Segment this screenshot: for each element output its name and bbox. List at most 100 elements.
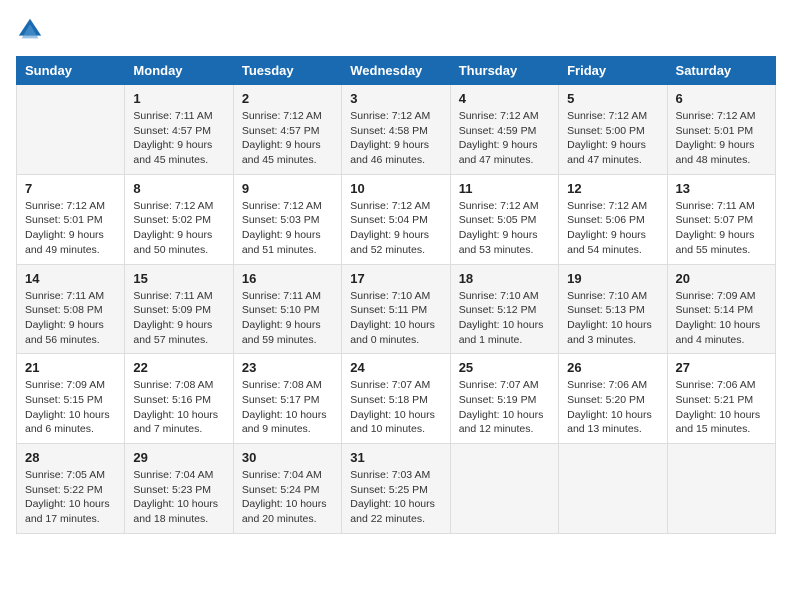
header-day-tuesday: Tuesday (233, 57, 341, 85)
day-info: Sunrise: 7:12 AMSunset: 4:59 PMDaylight:… (459, 109, 550, 168)
day-info: Sunrise: 7:12 AMSunset: 5:03 PMDaylight:… (242, 199, 333, 258)
day-info: Sunrise: 7:10 AMSunset: 5:12 PMDaylight:… (459, 289, 550, 348)
calendar-cell (559, 444, 667, 534)
day-number: 10 (350, 181, 441, 196)
day-number: 29 (133, 450, 224, 465)
logo-icon (16, 16, 44, 44)
day-number: 26 (567, 360, 658, 375)
day-info: Sunrise: 7:11 AMSunset: 5:07 PMDaylight:… (676, 199, 767, 258)
calendar-cell: 22Sunrise: 7:08 AMSunset: 5:16 PMDayligh… (125, 354, 233, 444)
calendar-cell (17, 85, 125, 175)
day-number: 12 (567, 181, 658, 196)
day-number: 15 (133, 271, 224, 286)
calendar-cell: 29 Sunrise: 7:04 AMSunset: 5:23 PMDayligh… (125, 444, 233, 534)
day-info: Sunrise: 7:12 AMSunset: 5:01 PMDaylight:… (676, 109, 767, 168)
day-number: 18 (459, 271, 550, 286)
header-day-monday: Monday (125, 57, 233, 85)
calendar-week-5: 28 Sunrise: 7:05 AMSunset: 5:22 PMDayligh… (17, 444, 776, 534)
calendar-cell: 5Sunrise: 7:12 AMSunset: 5:00 PMDaylight… (559, 85, 667, 175)
header-row: SundayMondayTuesdayWednesdayThursdayFrid… (17, 57, 776, 85)
calendar-cell: 24Sunrise: 7:07 AMSunset: 5:18 PMDayligh… (342, 354, 450, 444)
day-info: Sunrise: 7:05 AMSunset: 5:22 PMDaylight:… (25, 468, 116, 527)
day-info: Sunrise: 7:07 AMSunset: 5:18 PMDaylight:… (350, 378, 441, 437)
day-number: 1 (133, 91, 224, 106)
day-info: Sunrise: 7:04 AMSunset: 5:24 PMDaylight:… (242, 468, 333, 527)
calendar-cell: 15 Sunrise: 7:11 AMSunset: 5:09 PMDayligh… (125, 264, 233, 354)
day-number: 13 (676, 181, 767, 196)
calendar-cell: 30 Sunrise: 7:04 AMSunset: 5:24 PMDayligh… (233, 444, 341, 534)
day-info: Sunrise: 7:06 AMSunset: 5:21 PMDaylight:… (676, 378, 767, 437)
day-info: Sunrise: 7:09 AMSunset: 5:14 PMDaylight:… (676, 289, 767, 348)
day-number: 22 (133, 360, 224, 375)
day-number: 6 (676, 91, 767, 106)
header-day-sunday: Sunday (17, 57, 125, 85)
calendar-cell: 1Sunrise: 7:11 AMSunset: 4:57 PMDaylight… (125, 85, 233, 175)
day-number: 4 (459, 91, 550, 106)
day-info: Sunrise: 7:11 AMSunset: 5:10 PMDaylight:… (242, 289, 333, 348)
day-number: 30 (242, 450, 333, 465)
calendar-cell: 3 Sunrise: 7:12 AMSunset: 4:58 PMDaylight… (342, 85, 450, 175)
calendar-week-3: 14 Sunrise: 7:11 AMSunset: 5:08 PMDayligh… (17, 264, 776, 354)
day-info: Sunrise: 7:12 AMSunset: 4:58 PMDaylight:… (350, 109, 441, 168)
day-info: Sunrise: 7:10 AMSunset: 5:11 PMDaylight:… (350, 289, 441, 348)
calendar-cell: 18 Sunrise: 7:10 AMSunset: 5:12 PMDayligh… (450, 264, 558, 354)
day-number: 27 (676, 360, 767, 375)
day-number: 3 (350, 91, 441, 106)
day-info: Sunrise: 7:04 AMSunset: 5:23 PMDaylight:… (133, 468, 224, 527)
calendar-cell: 6 Sunrise: 7:12 AMSunset: 5:01 PMDaylight… (667, 85, 775, 175)
calendar-cell: 25 Sunrise: 7:07 AMSunset: 5:19 PMDayligh… (450, 354, 558, 444)
day-info: Sunrise: 7:12 AMSunset: 4:57 PMDaylight:… (242, 109, 333, 168)
page-header (16, 16, 776, 44)
day-number: 17 (350, 271, 441, 286)
calendar-cell: 17 Sunrise: 7:10 AMSunset: 5:11 PMDayligh… (342, 264, 450, 354)
day-info: Sunrise: 7:10 AMSunset: 5:13 PMDaylight:… (567, 289, 658, 348)
calendar-cell: 23 Sunrise: 7:08 AMSunset: 5:17 PMDayligh… (233, 354, 341, 444)
calendar-cell: 14 Sunrise: 7:11 AMSunset: 5:08 PMDayligh… (17, 264, 125, 354)
day-info: Sunrise: 7:09 AMSunset: 5:15 PMDaylight:… (25, 378, 116, 437)
day-info: Sunrise: 7:12 AMSunset: 5:06 PMDaylight:… (567, 199, 658, 258)
calendar-cell: 31 Sunrise: 7:03 AMSunset: 5:25 PMDayligh… (342, 444, 450, 534)
day-number: 5 (567, 91, 658, 106)
day-number: 14 (25, 271, 116, 286)
calendar-cell: 28 Sunrise: 7:05 AMSunset: 5:22 PMDayligh… (17, 444, 125, 534)
calendar-cell: 16 Sunrise: 7:11 AMSunset: 5:10 PMDayligh… (233, 264, 341, 354)
calendar-cell: 10 Sunrise: 7:12 AMSunset: 5:04 PMDayligh… (342, 174, 450, 264)
header-day-thursday: Thursday (450, 57, 558, 85)
day-number: 21 (25, 360, 116, 375)
day-number: 8 (133, 181, 224, 196)
calendar-cell: 4 Sunrise: 7:12 AMSunset: 4:59 PMDaylight… (450, 85, 558, 175)
day-number: 28 (25, 450, 116, 465)
day-number: 23 (242, 360, 333, 375)
day-number: 31 (350, 450, 441, 465)
logo (16, 16, 48, 44)
day-number: 20 (676, 271, 767, 286)
day-info: Sunrise: 7:11 AMSunset: 5:09 PMDaylight:… (133, 289, 224, 348)
day-info: Sunrise: 7:08 AMSunset: 5:17 PMDaylight:… (242, 378, 333, 437)
day-number: 25 (459, 360, 550, 375)
day-number: 19 (567, 271, 658, 286)
calendar-week-4: 21 Sunrise: 7:09 AMSunset: 5:15 PMDayligh… (17, 354, 776, 444)
day-number: 2 (242, 91, 333, 106)
day-info: Sunrise: 7:11 AMSunset: 5:08 PMDaylight:… (25, 289, 116, 348)
calendar-table: SundayMondayTuesdayWednesdayThursdayFrid… (16, 56, 776, 534)
day-info: Sunrise: 7:07 AMSunset: 5:19 PMDaylight:… (459, 378, 550, 437)
calendar-week-1: 1Sunrise: 7:11 AMSunset: 4:57 PMDaylight… (17, 85, 776, 175)
calendar-cell: 8 Sunrise: 7:12 AMSunset: 5:02 PMDaylight… (125, 174, 233, 264)
day-number: 9 (242, 181, 333, 196)
day-number: 16 (242, 271, 333, 286)
header-day-wednesday: Wednesday (342, 57, 450, 85)
day-info: Sunrise: 7:03 AMSunset: 5:25 PMDaylight:… (350, 468, 441, 527)
calendar-cell: 11Sunrise: 7:12 AMSunset: 5:05 PMDayligh… (450, 174, 558, 264)
day-number: 7 (25, 181, 116, 196)
calendar-cell: 26Sunrise: 7:06 AMSunset: 5:20 PMDayligh… (559, 354, 667, 444)
calendar-cell: 13 Sunrise: 7:11 AMSunset: 5:07 PMDayligh… (667, 174, 775, 264)
calendar-cell: 12 Sunrise: 7:12 AMSunset: 5:06 PMDayligh… (559, 174, 667, 264)
header-day-friday: Friday (559, 57, 667, 85)
day-info: Sunrise: 7:12 AMSunset: 5:01 PMDaylight:… (25, 199, 116, 258)
calendar-cell: 20 Sunrise: 7:09 AMSunset: 5:14 PMDayligh… (667, 264, 775, 354)
calendar-week-2: 7 Sunrise: 7:12 AMSunset: 5:01 PMDaylight… (17, 174, 776, 264)
header-day-saturday: Saturday (667, 57, 775, 85)
calendar-cell (667, 444, 775, 534)
day-info: Sunrise: 7:12 AMSunset: 5:02 PMDaylight:… (133, 199, 224, 258)
day-info: Sunrise: 7:12 AMSunset: 5:04 PMDaylight:… (350, 199, 441, 258)
